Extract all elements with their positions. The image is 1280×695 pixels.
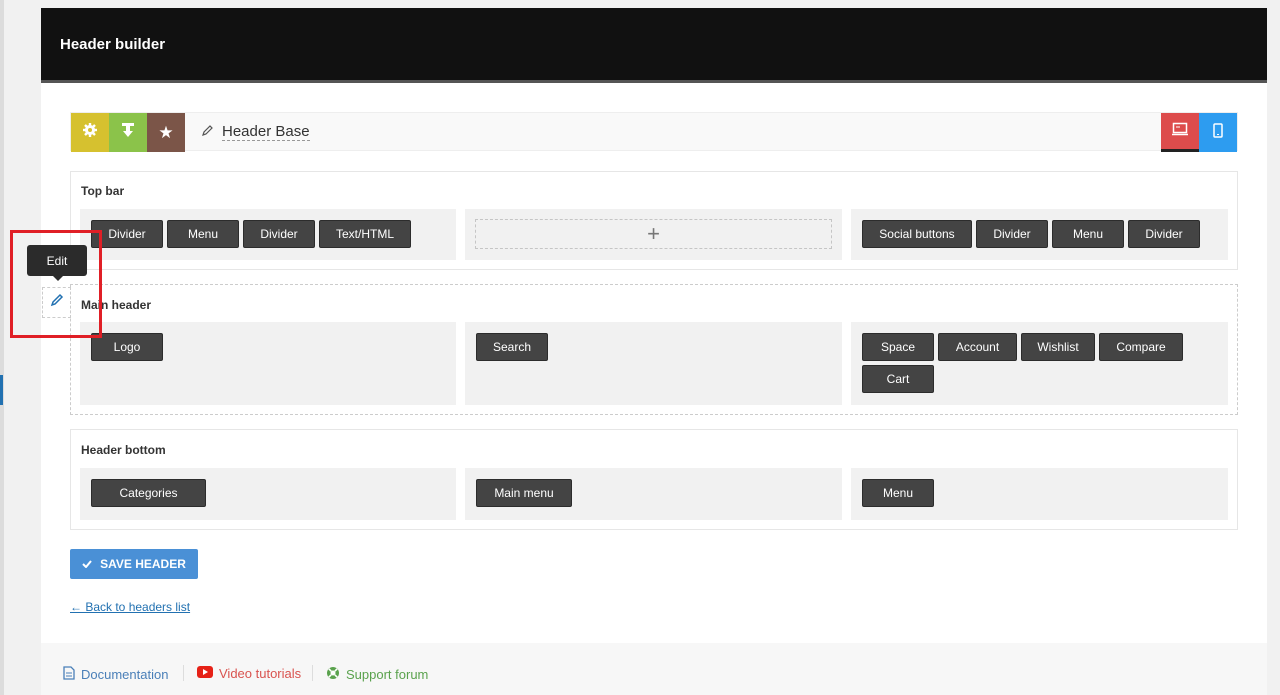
element-cart[interactable]: Cart bbox=[862, 365, 934, 393]
element-search[interactable]: Search bbox=[476, 333, 548, 361]
documentation-label: Documentation bbox=[81, 667, 169, 682]
column-center: Main menu bbox=[465, 468, 842, 520]
column-center: Search bbox=[465, 322, 842, 405]
desktop-view-button[interactable] bbox=[1161, 113, 1199, 152]
column-right: Social buttons Divider Menu Divider bbox=[851, 209, 1228, 260]
settings-button[interactable] bbox=[71, 113, 109, 152]
video-tutorials-label: Video tutorials bbox=[219, 666, 302, 681]
element-wishlist[interactable]: Wishlist bbox=[1021, 333, 1095, 361]
row-main-header: Main header Logo Search Space Account Wi… bbox=[70, 284, 1238, 415]
element-menu[interactable]: Menu bbox=[167, 220, 239, 248]
element-divider[interactable]: Divider bbox=[1128, 220, 1200, 248]
pencil-icon bbox=[50, 293, 64, 312]
mobile-icon bbox=[1213, 122, 1223, 143]
footer-divider bbox=[183, 665, 184, 681]
element-main-menu[interactable]: Main menu bbox=[476, 479, 572, 507]
header-name[interactable]: Header Base bbox=[222, 123, 310, 141]
footer: Documentation Video tutorials Support fo… bbox=[41, 643, 1267, 695]
video-tutorials-link[interactable]: Video tutorials bbox=[197, 666, 301, 681]
element-social-buttons[interactable]: Social buttons bbox=[862, 220, 972, 248]
scroll-marker bbox=[0, 375, 3, 405]
edit-tooltip: Edit bbox=[27, 245, 87, 281]
element-menu[interactable]: Menu bbox=[862, 479, 934, 507]
scroll-edge bbox=[1267, 8, 1280, 695]
element-logo[interactable]: Logo bbox=[91, 333, 163, 361]
element-categories[interactable]: Categories bbox=[91, 479, 206, 507]
pencil-icon bbox=[201, 124, 214, 141]
column-left: Categories bbox=[80, 468, 456, 520]
row-edit-button[interactable] bbox=[42, 287, 71, 318]
column-left: Divider Menu Divider Text/HTML bbox=[80, 209, 456, 260]
row-title: Top bar bbox=[81, 184, 125, 198]
back-to-headers-link[interactable]: ← Back to headers list bbox=[70, 600, 190, 614]
column-center: + bbox=[465, 209, 842, 260]
row-title: Header bottom bbox=[81, 443, 166, 457]
row-title: Main header bbox=[81, 298, 152, 312]
documentation-link[interactable]: Documentation bbox=[63, 666, 168, 683]
save-header-label: SAVE HEADER bbox=[100, 557, 186, 571]
footer-divider bbox=[312, 665, 313, 681]
header-name-editor[interactable]: Header Base bbox=[201, 123, 310, 141]
gear-icon bbox=[82, 122, 98, 143]
support-forum-label: Support forum bbox=[346, 667, 429, 682]
save-header-button[interactable]: SAVE HEADER bbox=[70, 549, 198, 579]
element-space[interactable]: Space bbox=[862, 333, 934, 361]
column-right: Menu bbox=[851, 468, 1228, 520]
desktop-icon bbox=[1172, 122, 1188, 141]
lifebuoy-icon bbox=[326, 666, 340, 683]
page-header: Header builder bbox=[41, 8, 1267, 83]
element-account[interactable]: Account bbox=[938, 333, 1017, 361]
support-forum-link[interactable]: Support forum bbox=[326, 666, 428, 683]
left-strip bbox=[0, 0, 4, 695]
import-button[interactable] bbox=[109, 113, 147, 152]
element-menu[interactable]: Menu bbox=[1052, 220, 1124, 248]
page-title: Header builder bbox=[60, 36, 166, 53]
element-divider[interactable]: Divider bbox=[976, 220, 1048, 248]
column-right: Space Account Wishlist Compare Cart bbox=[851, 322, 1228, 405]
import-icon bbox=[121, 122, 135, 143]
star-icon: ★ bbox=[158, 122, 174, 142]
element-divider[interactable]: Divider bbox=[91, 220, 163, 248]
document-icon bbox=[63, 666, 75, 683]
favorite-button[interactable]: ★ bbox=[147, 113, 185, 152]
check-icon bbox=[82, 557, 92, 571]
row-top-bar: Top bar Divider Menu Divider Text/HTML +… bbox=[70, 171, 1238, 270]
element-divider[interactable]: Divider bbox=[243, 220, 315, 248]
builder-toolbar: ★ Header Base bbox=[70, 112, 1238, 152]
youtube-icon bbox=[197, 666, 213, 681]
add-element-button[interactable]: + bbox=[475, 219, 832, 249]
mobile-view-button[interactable] bbox=[1199, 113, 1237, 152]
column-left: Logo bbox=[80, 322, 456, 405]
row-header-bottom: Header bottom Categories Main menu Menu bbox=[70, 429, 1238, 530]
element-text-html[interactable]: Text/HTML bbox=[319, 220, 411, 248]
element-compare[interactable]: Compare bbox=[1099, 333, 1183, 361]
